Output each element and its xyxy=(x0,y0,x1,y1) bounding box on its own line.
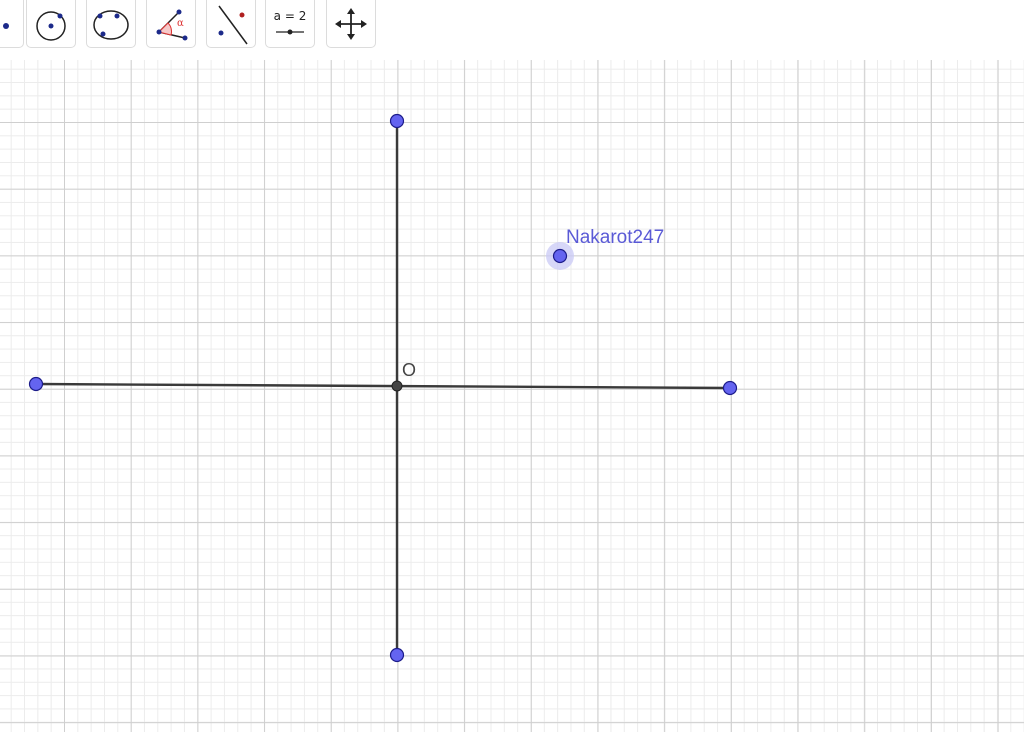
move-graphics-view-tool-button[interactable] xyxy=(326,0,376,48)
angle-icon: α xyxy=(156,9,188,40)
graphics-view[interactable]: O Nakarot247 xyxy=(0,60,1024,732)
origin-label: O xyxy=(402,360,416,380)
left-endpoint[interactable] xyxy=(28,376,44,392)
reflect-line-icon xyxy=(218,5,248,44)
move-arrows-icon xyxy=(335,7,367,40)
toolbar: α a = 2 xyxy=(0,0,1024,61)
circle-center-point-tool-button[interactable] xyxy=(26,0,76,48)
point-icon xyxy=(3,22,9,29)
horizontal-segment[interactable] xyxy=(35,382,731,390)
circle-three-points-tool-button[interactable] xyxy=(86,0,136,48)
construction-drawing: O Nakarot247 xyxy=(28,113,738,663)
slider-icon xyxy=(276,29,304,35)
point-label: Nakarot247 xyxy=(566,227,664,248)
reflect-about-line-tool-button[interactable] xyxy=(206,0,256,48)
point-tool-button[interactable] xyxy=(0,0,24,48)
circle-three-points-icon xyxy=(93,9,129,40)
alpha-symbol: α xyxy=(177,18,184,29)
angle-tool-button[interactable]: α xyxy=(146,0,196,48)
circle-center-point-icon xyxy=(36,10,66,41)
slider-tool-button[interactable]: a = 2 xyxy=(265,0,315,48)
bottom-endpoint[interactable] xyxy=(389,647,405,663)
origin-point[interactable] xyxy=(391,380,403,392)
labeled-point[interactable] xyxy=(552,248,568,264)
top-endpoint[interactable] xyxy=(389,113,405,129)
right-endpoint[interactable] xyxy=(722,380,738,396)
